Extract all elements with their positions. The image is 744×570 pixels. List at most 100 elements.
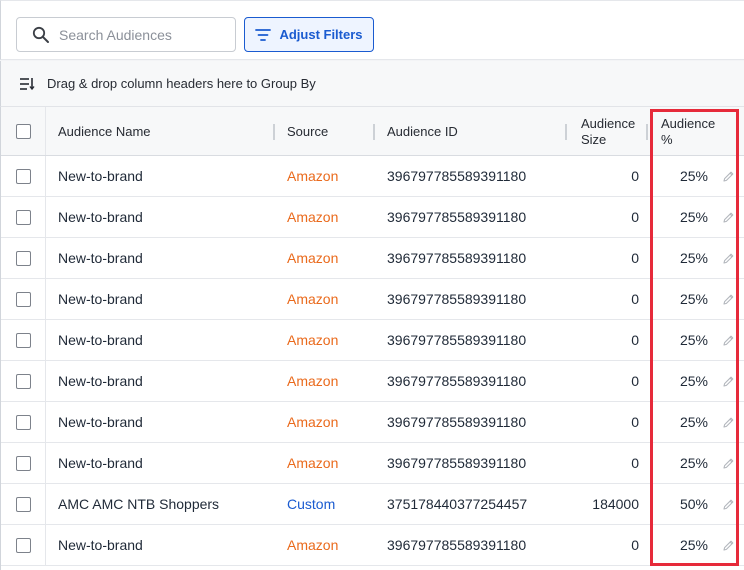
audience-size-cell: 0 <box>631 291 639 307</box>
table-row[interactable]: New-to-brand Amazon 396797785589391180 0 25% <box>1 402 744 443</box>
audience-name-cell: New-to-brand <box>58 332 143 348</box>
header-audience-id[interactable]: Audience ID <box>387 107 458 155</box>
pencil-icon <box>722 171 733 182</box>
table-row[interactable]: New-to-brand Amazon 396797785589391180 0 25% <box>1 443 744 484</box>
table-row[interactable]: New-to-brand Amazon 396797785589391180 0 25% <box>1 361 744 402</box>
source-cell: Amazon <box>287 291 339 307</box>
audience-size-cell: 0 <box>631 414 639 430</box>
table-row[interactable]: New-to-brand Amazon 396797785589391180 0 25% <box>1 197 744 238</box>
edit-pct-button[interactable] <box>720 197 736 237</box>
row-select-cell <box>1 443 46 483</box>
audience-id-cell: 396797785589391180 <box>387 332 527 348</box>
audience-pct-cell[interactable]: 25% <box>656 443 708 483</box>
audience-pct-cell[interactable]: 25% <box>656 320 708 360</box>
row-select-cell <box>1 484 46 524</box>
adjust-filters-button[interactable]: Adjust Filters <box>244 17 374 52</box>
table-row[interactable]: New-to-brand Amazon 396797785589391180 0 25% <box>1 238 744 279</box>
edit-pct-button[interactable] <box>720 279 736 319</box>
table-row[interactable]: New-to-brand Amazon 396797785589391180 0 25% <box>1 525 744 566</box>
column-resize-handle[interactable] <box>373 124 375 140</box>
audience-id-cell: 396797785589391180 <box>387 455 527 471</box>
audience-pct-cell[interactable]: 25% <box>656 238 708 278</box>
edit-pct-button[interactable] <box>720 238 736 278</box>
table-row[interactable]: New-to-brand Amazon 396797785589391180 0 25% <box>1 320 744 361</box>
table-row[interactable]: New-to-brand Amazon 396797785589391180 0 25% <box>1 279 744 320</box>
audience-name-cell: New-to-brand <box>58 291 143 307</box>
row-checkbox[interactable] <box>15 455 31 471</box>
header-audience-pct[interactable]: Audience % <box>661 107 715 155</box>
audience-size-cell: 0 <box>631 209 639 225</box>
grid-header: Audience Name Source Audience ID Audienc… <box>1 107 744 156</box>
row-checkbox[interactable] <box>15 209 31 225</box>
row-checkbox[interactable] <box>15 332 31 348</box>
edit-pct-button[interactable] <box>720 320 736 360</box>
source-cell: Amazon <box>287 537 339 553</box>
table-row[interactable]: AMC AMC NTB Shoppers Custom 37517844037725… <box>1 484 744 525</box>
audience-id-cell: 396797785589391180 <box>387 373 527 389</box>
header-audience-name[interactable]: Audience Name <box>58 107 151 155</box>
audience-pct-cell[interactable]: 25% <box>656 525 708 565</box>
filter-icon <box>255 28 272 41</box>
row-checkbox[interactable] <box>15 414 31 430</box>
pencil-icon <box>722 458 733 469</box>
pencil-icon <box>722 540 733 551</box>
source-cell: Amazon <box>287 414 339 430</box>
source-cell: Amazon <box>287 455 339 471</box>
audience-size-cell: 0 <box>631 537 639 553</box>
group-by-bar[interactable]: Drag & drop column headers here to Group… <box>0 61 744 107</box>
row-checkbox[interactable] <box>15 168 31 184</box>
row-select-cell <box>1 525 46 565</box>
audience-pct-cell[interactable]: 50% <box>656 484 708 524</box>
column-resize-handle[interactable] <box>273 124 275 140</box>
edit-pct-button[interactable] <box>720 402 736 442</box>
source-cell: Amazon <box>287 209 339 225</box>
search-input[interactable] <box>59 26 219 43</box>
pencil-icon <box>722 335 733 346</box>
edit-pct-button[interactable] <box>720 156 736 196</box>
audience-id-cell: 396797785589391180 <box>387 291 527 307</box>
edit-pct-button[interactable] <box>720 525 736 565</box>
audience-pct-cell[interactable]: 25% <box>656 156 708 196</box>
row-checkbox[interactable] <box>15 537 31 553</box>
header-audience-size-line1: Audience <box>581 116 636 131</box>
edit-pct-button[interactable] <box>720 484 736 524</box>
header-audience-size[interactable]: Audience Size <box>581 107 635 155</box>
audience-id-cell: 396797785589391180 <box>387 168 527 184</box>
row-checkbox[interactable] <box>15 250 31 266</box>
row-checkbox[interactable] <box>15 496 31 512</box>
source-cell: Amazon <box>287 168 339 184</box>
column-resize-handle[interactable] <box>565 124 567 140</box>
row-select-cell <box>1 361 46 401</box>
search-box[interactable] <box>16 17 236 52</box>
audience-id-cell: 396797785589391180 <box>387 537 527 553</box>
header-audience-pct-line2: % <box>661 132 673 147</box>
row-checkbox[interactable] <box>15 373 31 389</box>
select-all-checkbox[interactable] <box>15 123 31 139</box>
audience-name-cell: New-to-brand <box>58 209 143 225</box>
audience-pct-cell[interactable]: 25% <box>656 279 708 319</box>
audience-pct-cell[interactable]: 25% <box>656 197 708 237</box>
audience-pct-cell[interactable]: 25% <box>656 361 708 401</box>
row-checkbox[interactable] <box>15 291 31 307</box>
table-row[interactable]: New-to-brand Amazon 396797785589391180 0 25% <box>1 156 744 197</box>
toolbar: Adjust Filters <box>0 0 744 60</box>
row-select-cell <box>1 238 46 278</box>
edit-pct-button[interactable] <box>720 361 736 401</box>
column-resize-handle[interactable] <box>646 124 648 140</box>
source-cell: Custom <box>287 496 336 512</box>
pencil-icon <box>722 253 733 264</box>
audience-size-cell: 0 <box>631 250 639 266</box>
group-by-icon <box>20 77 35 90</box>
row-select-cell <box>1 197 46 237</box>
audience-id-cell: 396797785589391180 <box>387 250 527 266</box>
source-cell: Amazon <box>287 373 339 389</box>
row-select-cell <box>1 320 46 360</box>
audience-name-cell: New-to-brand <box>58 250 143 266</box>
row-select-cell <box>1 156 46 196</box>
edit-pct-button[interactable] <box>720 443 736 483</box>
audience-id-cell: 396797785589391180 <box>387 414 527 430</box>
pencil-icon <box>722 212 733 223</box>
audience-pct-cell[interactable]: 25% <box>656 402 708 442</box>
audience-size-cell: 0 <box>631 373 639 389</box>
header-source[interactable]: Source <box>287 107 328 155</box>
